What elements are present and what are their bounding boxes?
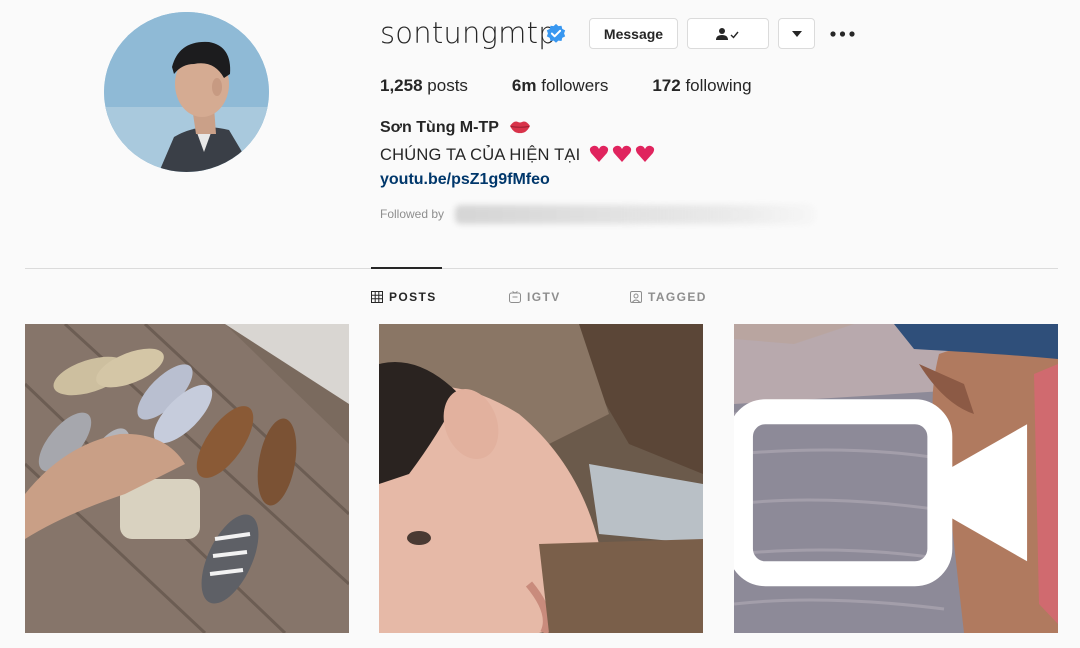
verified-badge-icon [546,23,566,43]
bio-text: CHÚNG TA CỦA HIỆN TẠI [380,146,581,164]
posts-stat: 1,258 posts [380,76,468,96]
more-dots-icon [830,31,855,37]
tab-tagged[interactable]: TAGGED [630,289,707,305]
active-tab-indicator [371,267,442,269]
chevron-down-icon [791,30,802,37]
profile-full-name: Sơn Tùng M-TP [380,119,531,137]
followers-stat[interactable]: 6m followers [512,76,608,96]
profile-link[interactable]: youtu.be/psZ1g9fMfeo [380,171,550,189]
video-camera-icon [734,399,1028,587]
tab-posts-label: POSTS [389,290,437,304]
profile-bio: CHÚNG TA CỦA HIỆN TẠI [380,144,655,165]
post-thumbnail-shoes[interactable] [25,324,349,633]
followed-by-label: Followed by [380,207,445,221]
igtv-icon [509,291,521,303]
full-name-text: Sơn Tùng M-TP [380,119,499,136]
tagged-icon [630,291,642,303]
following-person-check-icon [716,27,739,40]
profile-stats: 1,258 posts 6m followers 172 following [380,76,796,96]
following-stat[interactable]: 172 following [652,76,751,96]
tabs-divider [25,268,1058,269]
suggested-dropdown-button[interactable] [778,18,815,49]
followers-label: followers [541,76,609,95]
tab-igtv[interactable]: IGTV [509,289,561,305]
message-button[interactable]: Message [589,18,678,49]
post-thumbnail-beach[interactable] [734,324,1058,633]
profile-username: sontungmtp [380,16,557,50]
tab-tagged-label: TAGGED [648,290,707,304]
grid-icon [371,291,383,303]
following-button[interactable] [687,18,769,49]
hearts-icon [590,145,655,162]
profile-avatar[interactable] [104,12,269,172]
followers-count: 6m [511,76,537,95]
posts-label: posts [427,76,468,95]
posts-count: 1,258 [380,76,423,95]
tab-posts[interactable]: POSTS [371,289,437,305]
kiss-lips-icon [510,121,531,134]
tab-igtv-label: IGTV [527,290,561,304]
post-thumbnail-selfie[interactable] [379,324,703,633]
following-count: 172 [652,76,681,95]
followed-by-names-blurred [455,205,815,224]
following-label: following [685,76,752,95]
more-options-button[interactable] [829,24,856,44]
